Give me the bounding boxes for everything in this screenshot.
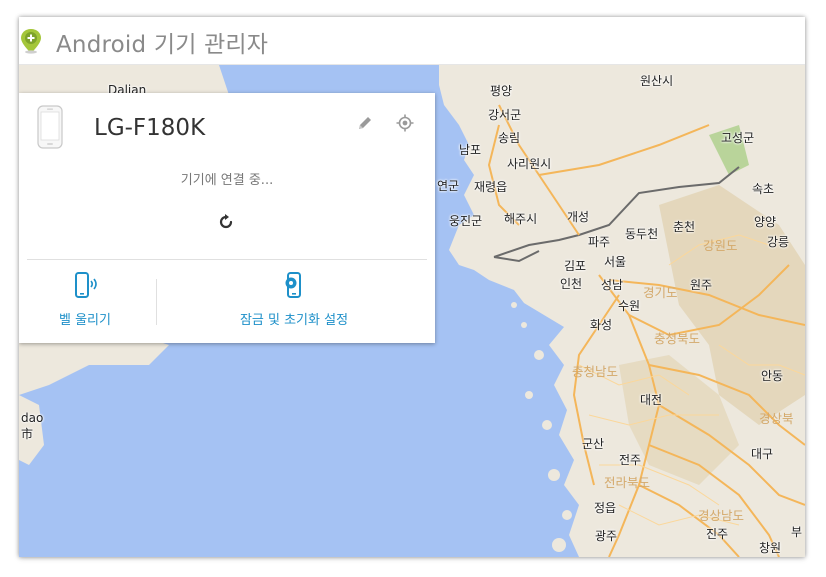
- map-label: 진주: [706, 527, 729, 541]
- map-region-label: 충청남도: [572, 364, 619, 379]
- device-name: LG-F180K: [94, 115, 206, 141]
- map-label: 원주: [690, 278, 713, 292]
- map-label: 서울: [604, 255, 627, 269]
- map-region-label: 경기도: [643, 285, 678, 300]
- map-label: 춘천: [673, 220, 696, 234]
- map-label: 대구: [751, 447, 774, 461]
- ring-button[interactable]: 벨 울리기: [43, 271, 127, 335]
- map-label: 해주시: [504, 212, 538, 226]
- app-header: Android 기기 관리자: [19, 17, 805, 65]
- map-label: 수원: [618, 299, 641, 313]
- phone-icon: [37, 105, 63, 149]
- map-label: dao: [21, 411, 44, 425]
- android-device-manager-logo-icon: [21, 29, 41, 54]
- ring-phone-icon: [43, 271, 127, 305]
- map-label: 전주: [619, 453, 642, 467]
- map-label: 고성군: [721, 131, 755, 145]
- map-label: 동두천: [625, 227, 659, 241]
- map-label: 군산: [582, 437, 605, 451]
- map-label: 대전: [640, 393, 663, 407]
- map-label: 광주: [595, 529, 618, 543]
- map-region-label: 전라북도: [604, 475, 651, 490]
- map-label: 성남: [601, 278, 624, 292]
- map-region-label: 경상북: [759, 411, 794, 426]
- map-label: 파주: [588, 235, 611, 249]
- map-label: 안동: [761, 369, 784, 383]
- device-card: LG-F180K 기기에 연결 중... 벨 울리기 잠금 및 초기화 설정: [19, 93, 435, 343]
- map-label: 인천: [560, 277, 583, 291]
- card-divider: [27, 259, 427, 260]
- app-title: Android 기기 관리자: [56, 32, 269, 58]
- lock-and-erase-button[interactable]: 잠금 및 초기화 설정: [209, 271, 379, 335]
- map-label: 웅진군: [449, 214, 483, 228]
- map-label: 市: [21, 427, 34, 441]
- pencil-icon[interactable]: [356, 114, 374, 132]
- location-target-icon[interactable]: [396, 114, 414, 132]
- map-label: 강릉: [767, 235, 790, 249]
- map-label: 개성: [567, 210, 590, 224]
- map-label: 원산시: [640, 74, 674, 88]
- map-label: 평양: [490, 84, 513, 98]
- map-label: 창원: [759, 541, 782, 555]
- map-label: 정읍: [594, 501, 617, 515]
- device-manager-window: Android 기기 관리자 원산시 평양 강서군 송림 사리원시 남포 재령읍…: [19, 17, 805, 557]
- map-region-label: 강원도: [703, 238, 738, 253]
- map-label: 연군: [437, 179, 460, 193]
- map-label: 강서군: [488, 108, 522, 122]
- ring-button-label: 벨 울리기: [59, 313, 111, 328]
- connection-status: 기기에 연결 중...: [180, 173, 274, 188]
- map-label: 송림: [498, 131, 521, 145]
- actions-divider: [156, 279, 157, 325]
- map-label: 부: [791, 525, 803, 539]
- map-label: 남포: [459, 143, 482, 157]
- map-label: 양양: [754, 215, 777, 229]
- lock-settings-icon: [209, 271, 379, 305]
- map-label: 김포: [564, 259, 587, 273]
- refresh-icon[interactable]: [217, 213, 235, 231]
- map-label: 속초: [752, 182, 775, 196]
- lock-button-label: 잠금 및 초기화 설정: [239, 313, 349, 328]
- map-region-label: 경상남도: [698, 508, 745, 523]
- map-label: 사리원시: [507, 157, 552, 171]
- map-region-label: 충청북도: [654, 331, 701, 346]
- map-label: 재령읍: [474, 180, 508, 194]
- map-label: 화성: [590, 318, 613, 332]
